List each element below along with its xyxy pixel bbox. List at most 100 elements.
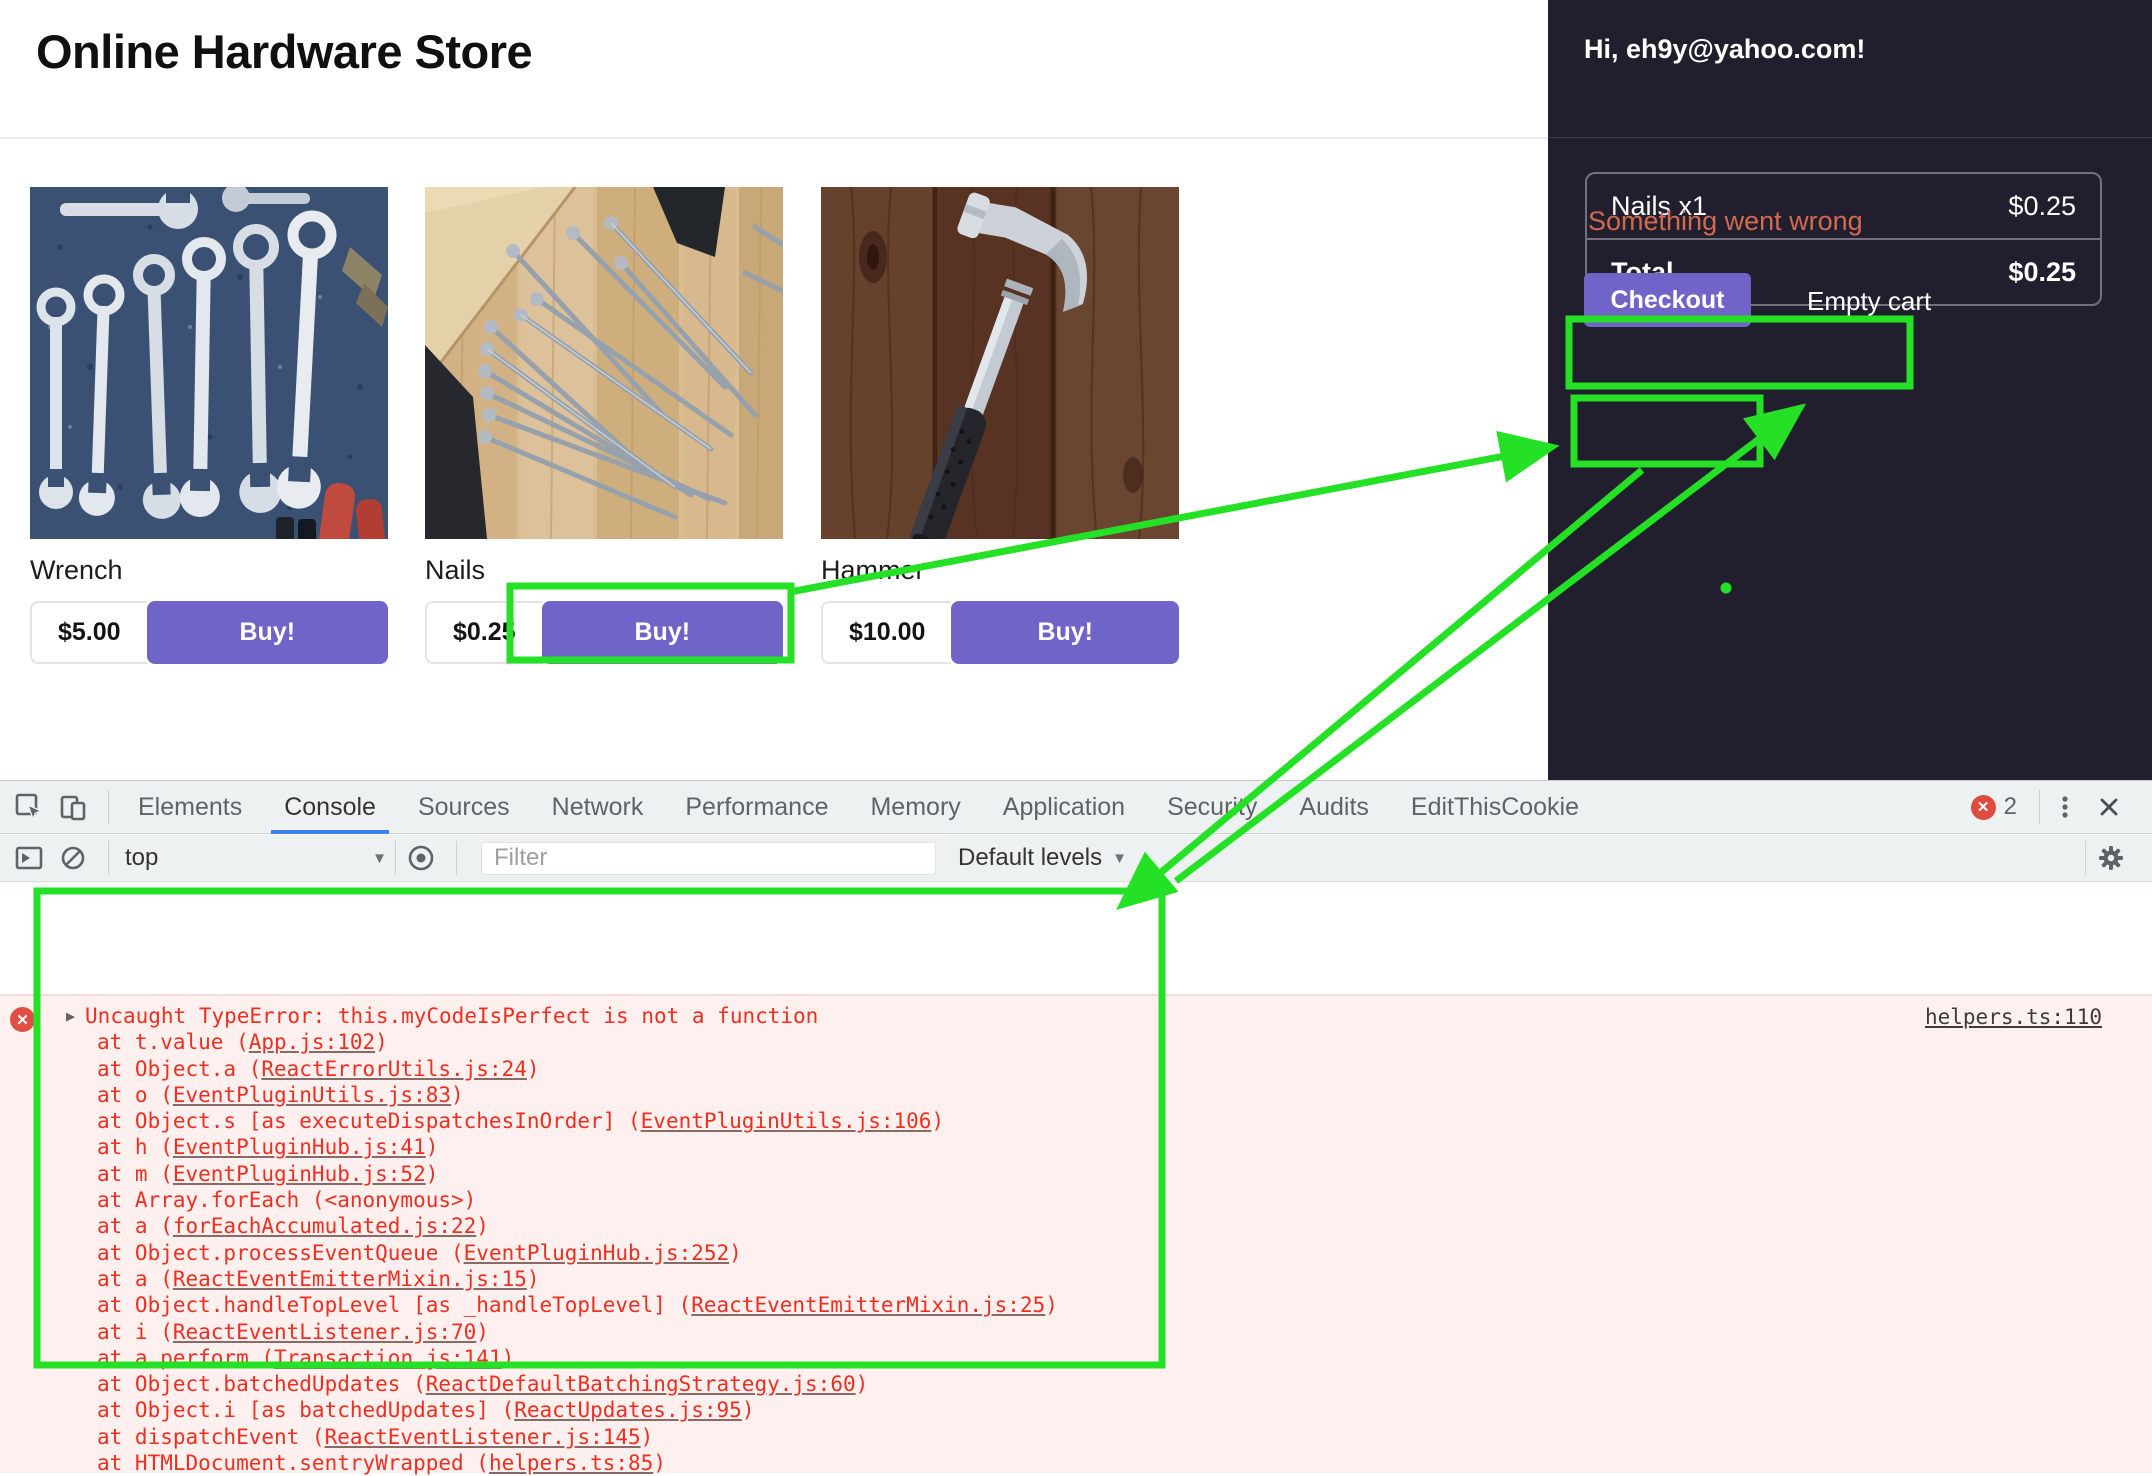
stack-frame-text: ) — [1045, 1293, 1058, 1317]
stack-frame-source-link[interactable]: forEachAccumulated.js:22 — [173, 1214, 476, 1238]
stack-frame-line: at t.value (App.js:102) — [97, 1029, 1058, 1055]
devtools-tab[interactable]: Network — [531, 781, 665, 834]
console-error-entry: ✕ helpers.ts:110 ▶Uncaught TypeError: th… — [0, 994, 2152, 1473]
devtools-tab[interactable]: Sources — [397, 781, 531, 834]
page: { "store": { "title": "Online Hardware S… — [0, 0, 2152, 1370]
stack-frame-source-link[interactable]: EventPluginUtils.js:83 — [173, 1083, 451, 1107]
stack-frame-text: at i ( — [97, 1320, 173, 1344]
error-level-icon: ✕ — [10, 1007, 35, 1032]
stack-frame-source-link[interactable]: App.js:102 — [249, 1030, 375, 1054]
inspect-element-icon[interactable] — [12, 790, 46, 824]
devtools-tab[interactable]: Performance — [664, 781, 849, 834]
live-expression-eye-icon[interactable] — [404, 841, 438, 875]
error-message-line[interactable]: ▶Uncaught TypeError: this.myCodeIsPerfec… — [66, 1003, 1058, 1029]
error-count-badge-icon[interactable]: ✕ — [1971, 795, 1996, 820]
stack-frame-source-link[interactable]: ReactDefaultBatchingStrategy.js:60 — [426, 1372, 856, 1396]
stack-frame-line: at o (EventPluginUtils.js:83) — [97, 1082, 1058, 1108]
stack-frame-line: at Object.s [as executeDispatchesInOrder… — [97, 1108, 1058, 1134]
stack-frame-text: at Object.a ( — [97, 1057, 261, 1081]
cart-sidebar: Hi, eh9y@yahoo.com! Nails x1 $0.25 Total… — [1548, 0, 2152, 780]
cart-error-message: Something went wrong — [1588, 206, 1863, 237]
stack-frame-text: ) — [527, 1267, 540, 1291]
devtools-tabbar-right: ✕ 2 — [1971, 790, 2152, 824]
close-devtools-icon[interactable] — [2092, 790, 2126, 824]
console-toolbar: top ▼ Default levels ▼ — [0, 835, 2152, 882]
stack-frame-text: ) — [931, 1109, 944, 1133]
product-card-nails: Nails $0.25 Buy! — [425, 187, 783, 664]
stack-frame-text: at a.perform ( — [97, 1346, 274, 1370]
console-sidebar-toggle-icon[interactable] — [12, 841, 46, 875]
devtools-tab[interactable]: Security — [1146, 781, 1278, 834]
toolbar-separator — [456, 841, 457, 875]
stack-frame-source-link[interactable]: EventPluginUtils.js:106 — [641, 1109, 932, 1133]
product-card-hammer: Hammer $10.00 Buy! — [821, 187, 1179, 664]
stack-frame-source-link[interactable]: ReactUpdates.js:95 — [514, 1398, 742, 1422]
user-greeting: Hi, eh9y@yahoo.com! — [1584, 34, 1865, 65]
toolbar-separator — [2039, 790, 2040, 824]
stack-frame-text: at a ( — [97, 1267, 173, 1291]
stack-frame-text: at h ( — [97, 1135, 173, 1159]
stack-frame-line: at a.perform (Transaction.js:141) — [97, 1345, 1058, 1371]
log-levels-dropdown[interactable]: Default levels ▼ — [958, 844, 1127, 872]
buy-button-wrench[interactable]: Buy! — [147, 601, 388, 664]
stack-frame-line: at Object.processEventQueue (EventPlugin… — [97, 1240, 1058, 1266]
checkout-button[interactable]: Checkout — [1584, 273, 1751, 327]
stack-frame-line: at i (ReactEventListener.js:70) — [97, 1319, 1058, 1345]
stack-frame-text: ) — [476, 1214, 489, 1238]
log-levels-value: Default levels — [958, 844, 1102, 872]
stack-frame-text: at o ( — [97, 1083, 173, 1107]
product-price: $0.25 — [425, 601, 542, 664]
stack-frame-source-link[interactable]: ReactErrorUtils.js:24 — [261, 1057, 527, 1081]
stack-frame-text: ) — [641, 1425, 654, 1449]
kebab-menu-icon[interactable] — [2048, 790, 2082, 824]
product-buy-row: $0.25 Buy! — [425, 601, 783, 664]
devtools-tab[interactable]: EditThisCookie — [1390, 781, 1600, 834]
toolbar-separator — [395, 841, 396, 875]
stack-frame-line: at dispatchEvent (ReactEventListener.js:… — [97, 1424, 1058, 1450]
devtools-tab[interactable]: Elements — [117, 781, 263, 834]
stack-frame-text: ) — [653, 1451, 666, 1475]
device-toolbar-icon[interactable] — [56, 790, 90, 824]
error-source-link[interactable]: helpers.ts:110 — [1925, 1005, 2102, 1029]
devtools-tab[interactable]: Application — [982, 781, 1146, 834]
stack-frame-line: at a (ReactEventEmitterMixin.js:15) — [97, 1266, 1058, 1292]
stack-frame-text: at HTMLDocument.sentryWrapped ( — [97, 1451, 489, 1475]
stack-frame-source-link[interactable]: EventPluginHub.js:52 — [173, 1162, 426, 1186]
buy-button-hammer[interactable]: Buy! — [951, 601, 1179, 664]
stack-frame-line: at Object.handleTopLevel [as _handleTopL… — [97, 1292, 1058, 1318]
stack-frame-source-link[interactable]: ReactEventListener.js:70 — [173, 1320, 476, 1344]
stack-frame-source-link[interactable]: Transaction.js:141 — [274, 1346, 502, 1370]
devtools-tab[interactable]: Memory — [849, 781, 981, 834]
stack-frame-source-link[interactable]: ReactEventEmitterMixin.js:15 — [173, 1267, 527, 1291]
empty-cart-button[interactable]: Empty cart — [1807, 286, 1931, 317]
toolbar-separator — [108, 790, 109, 824]
stack-frame-text: ) — [451, 1083, 464, 1107]
product-name: Nails — [425, 555, 783, 589]
stack-frame-source-link[interactable]: helpers.ts:85 — [489, 1451, 653, 1475]
stack-frame-text: at Object.i [as batchedUpdates] ( — [97, 1398, 514, 1422]
settings-gear-icon[interactable] — [2094, 841, 2128, 875]
stack-frames: at t.value (App.js:102)at Object.a (Reac… — [97, 1029, 1058, 1476]
clear-console-icon[interactable] — [56, 841, 90, 875]
product-name: Hammer — [821, 555, 1179, 589]
disclosure-triangle-icon[interactable]: ▶ — [66, 1007, 75, 1025]
execution-context-selector[interactable]: top ▼ — [117, 844, 387, 872]
buy-button-nails[interactable]: Buy! — [542, 601, 783, 664]
filter-input[interactable] — [481, 842, 936, 875]
stack-frame-text: ) — [375, 1030, 388, 1054]
stack-frame-source-link[interactable]: ReactEventListener.js:145 — [325, 1425, 641, 1449]
error-count: 2 — [2004, 793, 2017, 821]
stack-frame-text: at Object.batchedUpdates ( — [97, 1372, 426, 1396]
stack-frame-source-link[interactable]: EventPluginHub.js:252 — [464, 1241, 730, 1265]
devtools-tab[interactable]: Console — [263, 781, 397, 834]
stack-frame-line: at a (forEachAccumulated.js:22) — [97, 1213, 1058, 1239]
stack-frame-source-link[interactable]: EventPluginHub.js:41 — [173, 1135, 426, 1159]
page-title: Online Hardware Store — [36, 24, 532, 79]
sidebar-divider — [1548, 137, 2152, 138]
product-card-wrench: Wrench $5.00 Buy! — [30, 187, 388, 664]
chevron-down-icon: ▼ — [372, 850, 387, 867]
stack-frame-source-link[interactable]: ReactEventEmitterMixin.js:25 — [691, 1293, 1045, 1317]
devtools-tab[interactable]: Audits — [1278, 781, 1389, 834]
toolbar-separator — [2085, 841, 2086, 875]
stack-frame-line: at Object.a (ReactErrorUtils.js:24) — [97, 1056, 1058, 1082]
